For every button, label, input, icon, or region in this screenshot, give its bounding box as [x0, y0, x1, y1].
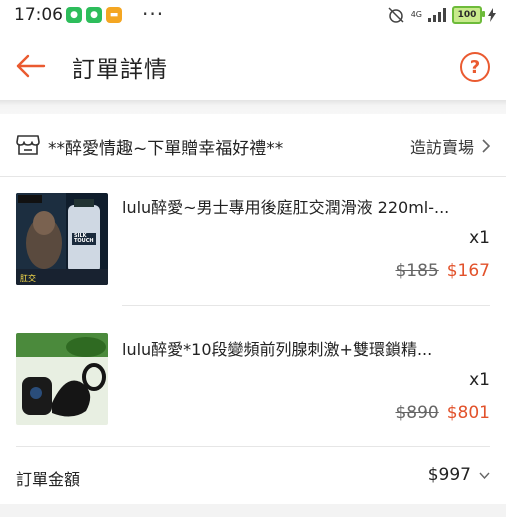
- product-photo-2: [16, 333, 108, 425]
- product-name-2: lulu醉愛*10段變頻前列腺刺激+雙環鎖精...: [122, 340, 433, 359]
- status-indicators: 4G 100: [387, 6, 496, 24]
- notification-icons: ● ● ▬: [66, 7, 122, 23]
- product-prices-1: $185 $167: [395, 261, 490, 281]
- question-circle-icon[interactable]: ?: [460, 52, 490, 82]
- order-total-label: 訂單金額: [16, 470, 81, 489]
- battery-icon: 100: [452, 6, 485, 24]
- sale-price-2: $801: [446, 403, 490, 423]
- status-time: 17:06: [14, 5, 63, 25]
- order-total-value[interactable]: $997: [428, 465, 490, 485]
- order-total-amount: $997: [427, 465, 471, 485]
- wechat-icon: ●: [66, 7, 82, 23]
- signal-icon: [428, 8, 446, 22]
- visit-shop-label: 造訪賣場: [409, 138, 474, 157]
- shop-icon: [16, 135, 40, 155]
- app-header: 訂單詳情 ?: [0, 32, 506, 100]
- order-total-row[interactable]: 訂單金額 $997: [0, 446, 506, 504]
- original-price-2: $890: [395, 403, 439, 423]
- page-title: 訂單詳情: [72, 57, 168, 83]
- alarm-off-icon: [388, 7, 404, 23]
- more-notifications-icon: ···: [142, 2, 165, 26]
- status-bar: 17:06 ● ● ▬ ··· 4G 100: [0, 0, 506, 32]
- network-type: 4G: [410, 10, 422, 19]
- wechat-icon-2: ●: [86, 7, 102, 23]
- order-item-2[interactable]: lulu醉愛*10段變頻前列腺刺激+雙環鎖精... x1 $890 $801: [0, 306, 506, 436]
- product-prices-2: $890 $801: [395, 403, 490, 423]
- charging-icon: [488, 8, 496, 22]
- product-label-bottom: 肛交: [20, 274, 36, 283]
- product-label-silk: SILK TOUCH: [74, 233, 94, 244]
- product-qty-2: x1: [469, 370, 490, 390]
- visit-shop-button[interactable]: 造訪賣場: [410, 134, 490, 158]
- original-price-1: $185: [395, 261, 439, 281]
- product-qty-1: x1: [469, 228, 490, 248]
- product-image-2: [16, 333, 108, 425]
- product-name-1: lulu醉愛~男士專用後庭肛交潤滑液 220ml-...: [122, 198, 450, 217]
- arrow-left-icon[interactable]: [14, 50, 46, 82]
- chevron-right-icon: [482, 139, 490, 153]
- bottom-divider: [0, 504, 506, 517]
- product-image-1: SILK TOUCH 肛交: [16, 193, 108, 285]
- header-divider: [0, 100, 506, 114]
- chevron-down-icon: [479, 472, 490, 479]
- message-icon: ▬: [106, 7, 122, 23]
- sale-price-1: $167: [446, 261, 490, 281]
- shop-row[interactable]: **醉愛情趣~下單贈幸福好禮** 造訪賣場: [0, 114, 506, 176]
- shop-name: **醉愛情趣~下單贈幸福好禮**: [48, 139, 284, 159]
- order-item-1[interactable]: SILK TOUCH 肛交 lulu醉愛~男士專用後庭肛交潤滑液 220ml-.…: [0, 176, 506, 306]
